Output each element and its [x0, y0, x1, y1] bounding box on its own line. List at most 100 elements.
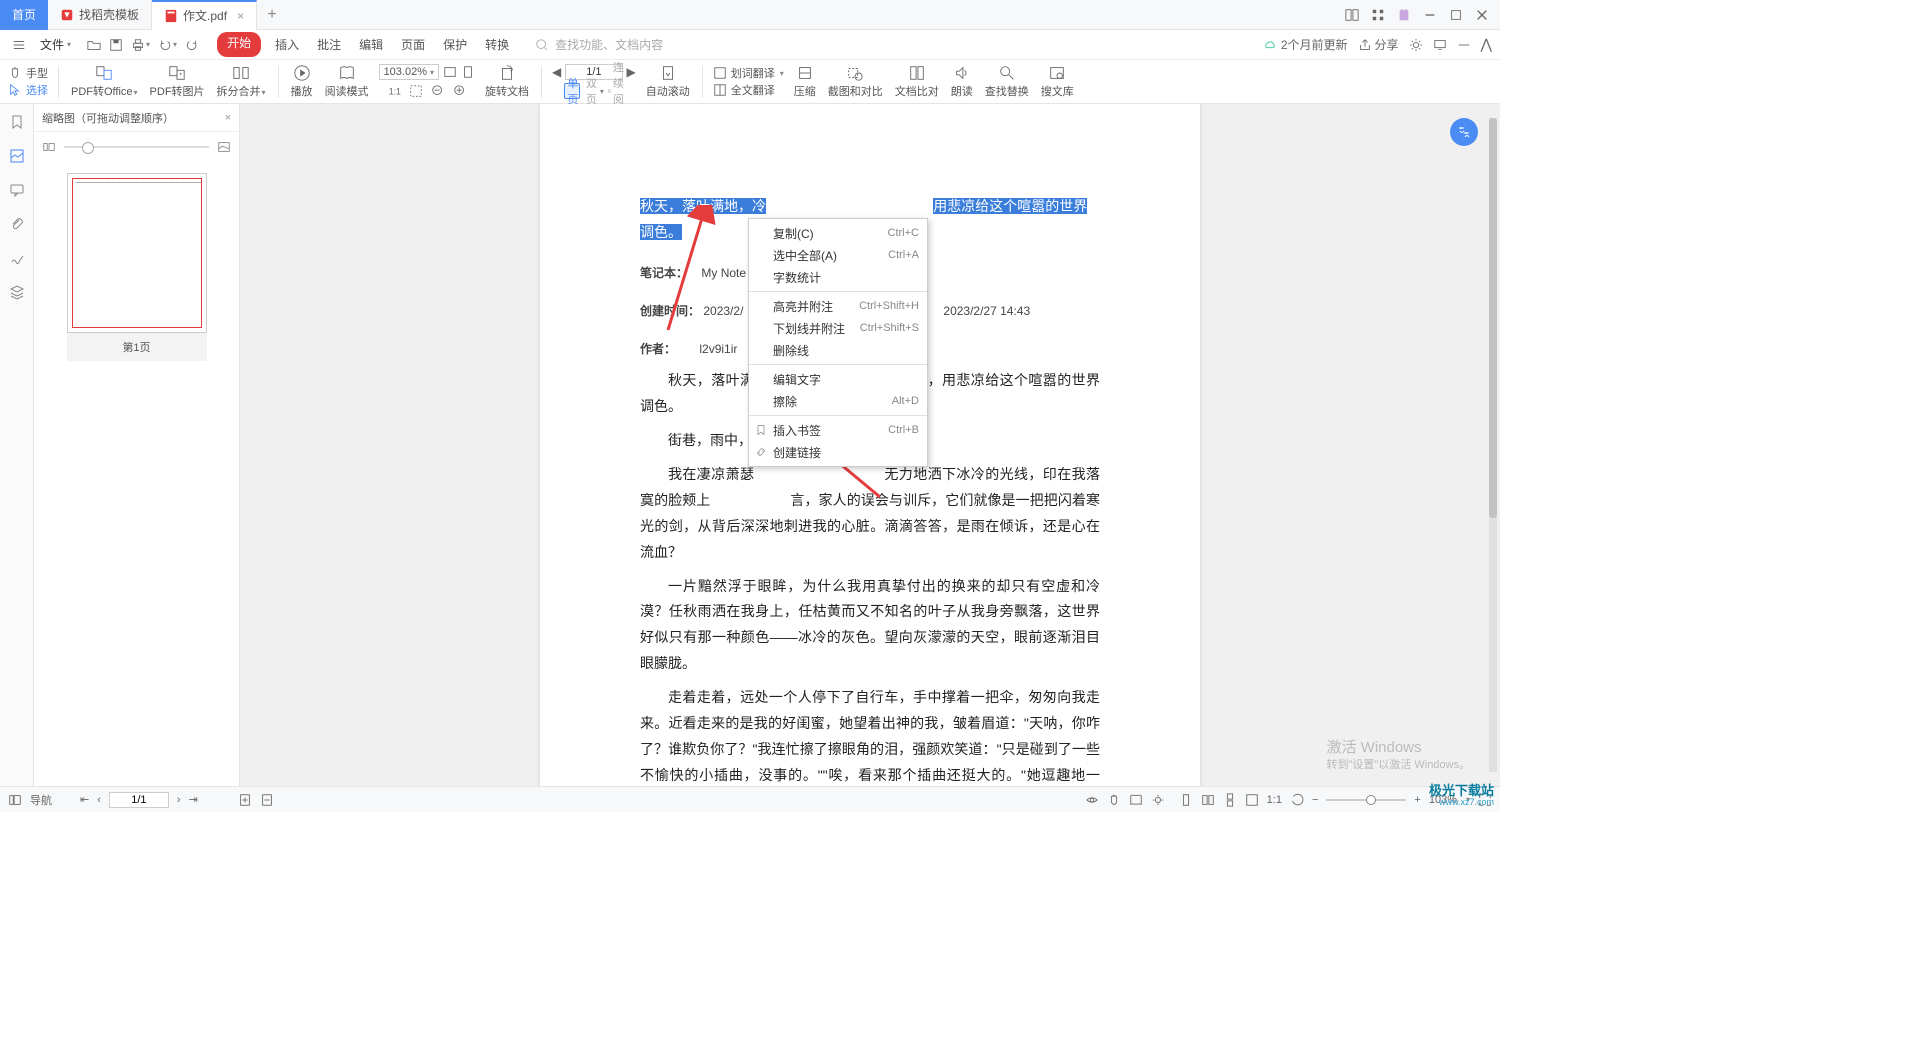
- close-tab-icon[interactable]: ×: [237, 9, 244, 23]
- play-button[interactable]: 播放: [287, 64, 317, 99]
- search-box[interactable]: 查找功能、文档内容: [535, 36, 663, 53]
- sb-zoom-in[interactable]: +: [1414, 794, 1420, 806]
- sb-delete-page-icon[interactable]: [260, 793, 274, 807]
- ctx-select-all[interactable]: 选中全部(A)Ctrl+A: [749, 244, 927, 266]
- open-icon[interactable]: [87, 38, 101, 52]
- continuous-read[interactable]: 连续阅读: [608, 83, 624, 99]
- sb-sun-icon[interactable]: [1151, 793, 1165, 807]
- sb-continuous-view[interactable]: [1223, 793, 1237, 807]
- tab-active-doc[interactable]: 作文.pdf ×: [152, 0, 257, 30]
- sb-zoom-slider[interactable]: [1326, 799, 1406, 801]
- thumbnail-page-1[interactable]: ■■■■■■■■■■■■■■■■■■■■■■■■■■■■■■■■■■■■■■■■…: [67, 173, 207, 333]
- vertical-scrollbar[interactable]: [1486, 104, 1500, 786]
- zoom-out-icon[interactable]: [430, 83, 446, 99]
- single-page[interactable]: 单页: [564, 83, 580, 99]
- comment-panel-icon[interactable]: [7, 180, 27, 200]
- menu-page[interactable]: 页面: [397, 32, 429, 57]
- thumbnail-panel-icon[interactable]: [7, 146, 27, 166]
- hamburger-icon[interactable]: [8, 36, 30, 54]
- sb-hand-icon[interactable]: [1107, 793, 1121, 807]
- close-window-button[interactable]: [1472, 5, 1492, 25]
- split-merge[interactable]: 拆分合并▾: [213, 64, 270, 99]
- read-mode[interactable]: 阅读模式: [321, 64, 373, 99]
- fit-page-icon[interactable]: [461, 65, 475, 79]
- apps-icon[interactable]: [1368, 5, 1388, 25]
- ctx-bookmark[interactable]: 插入书签Ctrl+B: [749, 419, 927, 441]
- read-aloud[interactable]: 朗读: [947, 64, 977, 99]
- sb-zoom-out[interactable]: −: [1312, 794, 1318, 806]
- tab-template[interactable]: 找稻壳模板: [48, 0, 152, 30]
- skin-icon[interactable]: [1394, 5, 1414, 25]
- minimize-button[interactable]: [1420, 5, 1440, 25]
- thumbnail-size-slider[interactable]: [64, 146, 209, 148]
- menu-protect[interactable]: 保护: [439, 32, 471, 57]
- sb-fit-icon[interactable]: [1245, 793, 1259, 807]
- find-replace[interactable]: 查找替换: [981, 64, 1033, 99]
- menu-edit[interactable]: 编辑: [355, 32, 387, 57]
- undo-icon[interactable]: ▾: [158, 38, 177, 52]
- full-translate[interactable]: 全文翻译: [713, 82, 784, 98]
- thumb-collapse-icon[interactable]: [42, 140, 56, 154]
- menu-annotate[interactable]: 批注: [313, 32, 345, 57]
- ctx-erase[interactable]: 擦除Alt+D: [749, 390, 927, 412]
- cloud-sync[interactable]: 2个月前更新: [1263, 36, 1348, 53]
- word-translate[interactable]: 划词翻译▾: [713, 65, 784, 81]
- sb-book-icon[interactable]: [1129, 793, 1143, 807]
- sb-sidebar-icon[interactable]: [8, 793, 22, 807]
- doc-compare[interactable]: 文档比对: [891, 64, 943, 99]
- layers-panel-icon[interactable]: [7, 282, 27, 302]
- bookmark-panel-icon[interactable]: [7, 112, 27, 132]
- ctx-create-link[interactable]: 创建链接: [749, 441, 927, 463]
- ctx-word-count[interactable]: 字数统计: [749, 266, 927, 288]
- hand-tool[interactable]: 手型: [8, 65, 48, 81]
- sb-next-page[interactable]: ›: [177, 794, 181, 806]
- ctx-edit-text[interactable]: 编辑文字: [749, 368, 927, 390]
- rotate-doc[interactable]: 旋转文档: [481, 64, 533, 99]
- signature-panel-icon[interactable]: [7, 248, 27, 268]
- actual-size-icon[interactable]: 1:1: [386, 83, 402, 99]
- sb-last-page[interactable]: ⇥: [189, 793, 198, 806]
- ctx-highlight[interactable]: 高亮并附注Ctrl+Shift+H: [749, 295, 927, 317]
- select-tool[interactable]: 选择: [8, 82, 48, 98]
- zoom-input[interactable]: 103.02%▾: [379, 64, 439, 80]
- sb-actual-icon[interactable]: 1:1: [1267, 794, 1282, 806]
- save-icon[interactable]: [109, 38, 123, 52]
- double-page[interactable]: 双页▾: [586, 83, 602, 99]
- zoom-in-icon[interactable]: [452, 83, 468, 99]
- fit-width-icon[interactable]: [443, 65, 457, 79]
- more-icon[interactable]: ⋀: [1481, 36, 1492, 53]
- attachment-panel-icon[interactable]: [7, 214, 27, 234]
- auto-scroll[interactable]: 自动滚动: [642, 64, 694, 99]
- sb-nav-label[interactable]: 导航: [30, 792, 52, 808]
- file-menu[interactable]: 文件▾: [36, 34, 75, 55]
- redo-icon[interactable]: [185, 38, 199, 52]
- menu-insert[interactable]: 插入: [271, 32, 303, 57]
- thumb-expand-icon[interactable]: [217, 140, 231, 154]
- compress[interactable]: 压缩: [790, 64, 820, 99]
- page-prev-icon[interactable]: ◀: [552, 65, 561, 79]
- menu-start[interactable]: 开始: [217, 32, 261, 57]
- ctx-strikethrough[interactable]: 删除线: [749, 339, 927, 361]
- sb-add-page-icon[interactable]: [238, 793, 252, 807]
- sb-single-view[interactable]: [1179, 793, 1193, 807]
- pdf-to-office[interactable]: PDF转Office▾: [67, 64, 142, 99]
- share-button[interactable]: 分享: [1358, 36, 1399, 53]
- collapse-ribbon-icon[interactable]: [1457, 38, 1471, 52]
- settings-icon[interactable]: [1409, 38, 1423, 52]
- sb-prev-page[interactable]: ‹: [97, 794, 101, 806]
- tv-icon[interactable]: [1433, 38, 1447, 52]
- translate-float-button[interactable]: [1450, 118, 1478, 146]
- page-next-icon[interactable]: ▶: [627, 65, 636, 79]
- tab-add-button[interactable]: +: [257, 6, 287, 24]
- thumbnail-close-icon[interactable]: ×: [225, 112, 231, 124]
- sb-first-page[interactable]: ⇤: [80, 793, 89, 806]
- sb-page-input[interactable]: [109, 792, 169, 808]
- marquee-zoom-icon[interactable]: [408, 83, 424, 99]
- sb-eye-icon[interactable]: [1085, 793, 1099, 807]
- sb-rotate-icon[interactable]: [1290, 793, 1304, 807]
- ctx-copy[interactable]: 复制(C)Ctrl+C: [749, 222, 927, 244]
- ctx-underline[interactable]: 下划线并附注Ctrl+Shift+S: [749, 317, 927, 339]
- sb-double-view[interactable]: [1201, 793, 1215, 807]
- maximize-button[interactable]: [1446, 5, 1466, 25]
- screenshot-compare[interactable]: 截图和对比: [824, 64, 887, 99]
